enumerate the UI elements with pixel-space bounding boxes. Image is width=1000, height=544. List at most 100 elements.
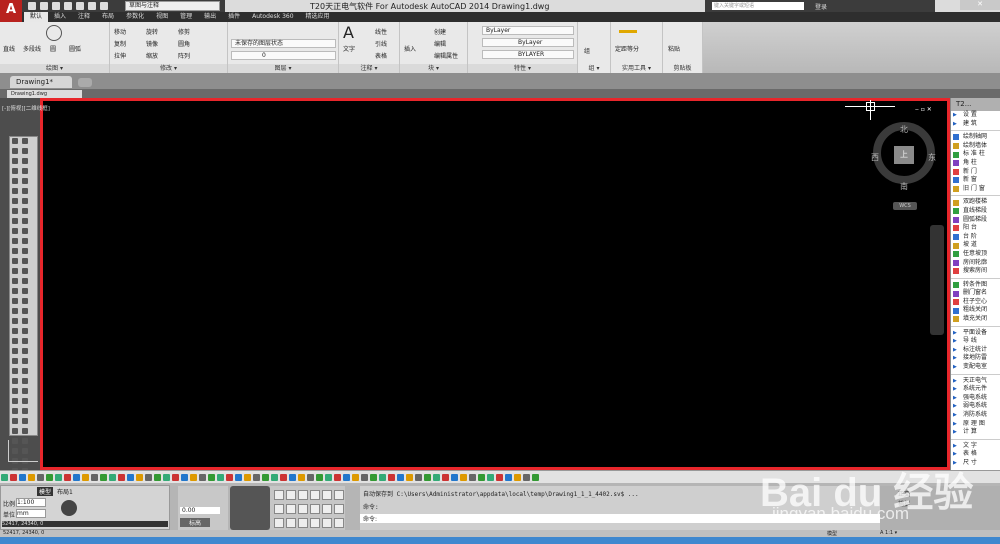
palette-item[interactable]: 任意坡顶 bbox=[951, 250, 1000, 259]
toolbar-icon[interactable] bbox=[100, 474, 107, 481]
toolbar-icon[interactable] bbox=[163, 474, 170, 481]
toolbar-icon[interactable] bbox=[379, 474, 386, 481]
new-tab-button[interactable] bbox=[78, 78, 92, 87]
color-dropdown[interactable]: ByLayer bbox=[482, 26, 574, 35]
toolbar-icon[interactable] bbox=[172, 474, 179, 481]
ribbon-tab[interactable]: 插件 bbox=[222, 12, 246, 22]
palette-item[interactable]: 新 门 bbox=[951, 168, 1000, 177]
palette-item[interactable]: 搜索房间 bbox=[951, 267, 1000, 276]
toolbar-icon[interactable] bbox=[217, 474, 224, 481]
annotation-tool-icon[interactable] bbox=[310, 504, 320, 514]
toolbar-icon[interactable] bbox=[433, 474, 440, 481]
toolbar-icon[interactable] bbox=[12, 298, 18, 304]
palette-item[interactable]: ▶ 建 筑 bbox=[951, 120, 1000, 129]
toolbar-icon[interactable] bbox=[12, 278, 18, 284]
panel-title[interactable]: 特性 ▾ bbox=[468, 64, 577, 73]
annotation-tool-icon[interactable] bbox=[334, 504, 344, 514]
tool-create[interactable]: 创建 bbox=[434, 27, 446, 36]
toolbar-icon[interactable] bbox=[22, 168, 28, 174]
tool-modify[interactable]: 移动 bbox=[114, 27, 126, 36]
annotation-tool-icon[interactable] bbox=[322, 518, 332, 528]
toolbar-icon[interactable] bbox=[12, 328, 18, 334]
panel-title[interactable]: 实用工具 ▾ bbox=[611, 64, 662, 73]
toolbar-icon[interactable] bbox=[12, 418, 18, 424]
toolbar-icon[interactable] bbox=[12, 218, 18, 224]
tool-paste[interactable]: 粘贴 bbox=[668, 44, 680, 53]
annotation-tool-icon[interactable] bbox=[322, 490, 332, 500]
toolbar-icon[interactable] bbox=[397, 474, 404, 481]
panel-title[interactable]: 绘图 ▾ bbox=[0, 64, 109, 73]
ribbon-tab[interactable]: 管理 bbox=[174, 12, 198, 22]
annotation-tool-icon[interactable] bbox=[298, 504, 308, 514]
toolbar-icon[interactable] bbox=[442, 474, 449, 481]
toolbar-icon[interactable] bbox=[22, 338, 28, 344]
application-menu-button[interactable]: A bbox=[0, 0, 22, 22]
palette-item[interactable]: ▶ 天正电气 bbox=[951, 377, 1000, 386]
toolbar-icon[interactable] bbox=[22, 208, 28, 214]
tool-modify[interactable]: 镜像 bbox=[146, 39, 158, 48]
lineweight-dropdown[interactable]: BYLAYER bbox=[482, 50, 574, 59]
palette-item[interactable]: ▶ 系统元件 bbox=[951, 385, 1000, 394]
toolbar-icon[interactable] bbox=[22, 428, 28, 434]
toolbar-icon[interactable] bbox=[22, 318, 28, 324]
annotation-tool-icon[interactable] bbox=[322, 504, 332, 514]
annotation-tool-icon[interactable] bbox=[334, 490, 344, 500]
toolbar-icon[interactable] bbox=[12, 238, 18, 244]
toolbar-icon[interactable] bbox=[22, 398, 28, 404]
toolbar-icon[interactable] bbox=[12, 378, 18, 384]
document-tab[interactable]: Drawing1* bbox=[10, 76, 72, 88]
toolbar-icon[interactable] bbox=[298, 474, 305, 481]
toolbar-icon[interactable] bbox=[22, 368, 28, 374]
annotation-tool-icon[interactable] bbox=[286, 490, 296, 500]
tool-line[interactable]: 直线 bbox=[3, 44, 15, 53]
toolbar-icon[interactable] bbox=[316, 474, 323, 481]
toolbar-icon[interactable] bbox=[514, 474, 521, 481]
palette-item[interactable]: 粗线关闭 bbox=[951, 306, 1000, 315]
palette-item[interactable]: 转条件图 bbox=[951, 281, 1000, 290]
toolbar-icon[interactable] bbox=[127, 474, 134, 481]
toolbar-icon[interactable] bbox=[289, 474, 296, 481]
toolbar-icon[interactable] bbox=[199, 474, 206, 481]
viewcube-top[interactable]: 上 bbox=[894, 146, 914, 164]
toolbar-icon[interactable] bbox=[22, 188, 28, 194]
tab-layout1[interactable]: 布局1 bbox=[57, 487, 73, 496]
palette-item[interactable]: 直线梯段 bbox=[951, 207, 1000, 216]
toolbar-icon[interactable] bbox=[12, 358, 18, 364]
open-icon[interactable] bbox=[40, 2, 48, 10]
toolbar-icon[interactable] bbox=[55, 474, 62, 481]
tool-leader[interactable]: 引线 bbox=[375, 39, 387, 48]
toolbar-icon[interactable] bbox=[12, 148, 18, 154]
toolbar-icon[interactable] bbox=[12, 188, 18, 194]
toolbar-icon[interactable] bbox=[532, 474, 539, 481]
tool-linear[interactable]: 线性 bbox=[375, 27, 387, 36]
toolbar-icon[interactable] bbox=[12, 288, 18, 294]
toolbar-icon[interactable] bbox=[22, 408, 28, 414]
linetype-dropdown[interactable]: ByLayer bbox=[482, 38, 574, 47]
new-icon[interactable] bbox=[28, 2, 36, 10]
toolbar-icon[interactable] bbox=[12, 348, 18, 354]
palette-item[interactable]: ▶ 表 格 bbox=[951, 450, 1000, 459]
toolbar-icon[interactable] bbox=[12, 178, 18, 184]
toolbar-icon[interactable] bbox=[22, 278, 28, 284]
scale-select[interactable]: 1:100 bbox=[16, 498, 46, 507]
toolbar-icon[interactable] bbox=[19, 474, 26, 481]
tool-modify[interactable]: 复制 bbox=[114, 39, 126, 48]
toolbar-icon[interactable] bbox=[12, 368, 18, 374]
toolbar-icon[interactable] bbox=[12, 228, 18, 234]
toolbar-icon[interactable] bbox=[145, 474, 152, 481]
toolbar-icon[interactable] bbox=[12, 198, 18, 204]
toolbar-icon[interactable] bbox=[46, 474, 53, 481]
palette-item[interactable]: 双跑楼梯 bbox=[951, 198, 1000, 207]
toolbar-icon[interactable] bbox=[22, 388, 28, 394]
toolbar-icon[interactable] bbox=[253, 474, 260, 481]
ribbon-tab[interactable]: 精选应用 bbox=[300, 12, 336, 22]
toolbar-icon[interactable] bbox=[1, 474, 8, 481]
toolbar-icon[interactable] bbox=[22, 418, 28, 424]
toolbar-icon[interactable] bbox=[109, 474, 116, 481]
toolbar-icon[interactable] bbox=[12, 268, 18, 274]
toolbar-icon[interactable] bbox=[12, 208, 18, 214]
ribbon-tab[interactable]: 参数化 bbox=[120, 12, 150, 22]
toolbar-icon[interactable] bbox=[22, 138, 28, 144]
toolbar-icon[interactable] bbox=[451, 474, 458, 481]
annotation-tool-icon[interactable] bbox=[310, 518, 320, 528]
